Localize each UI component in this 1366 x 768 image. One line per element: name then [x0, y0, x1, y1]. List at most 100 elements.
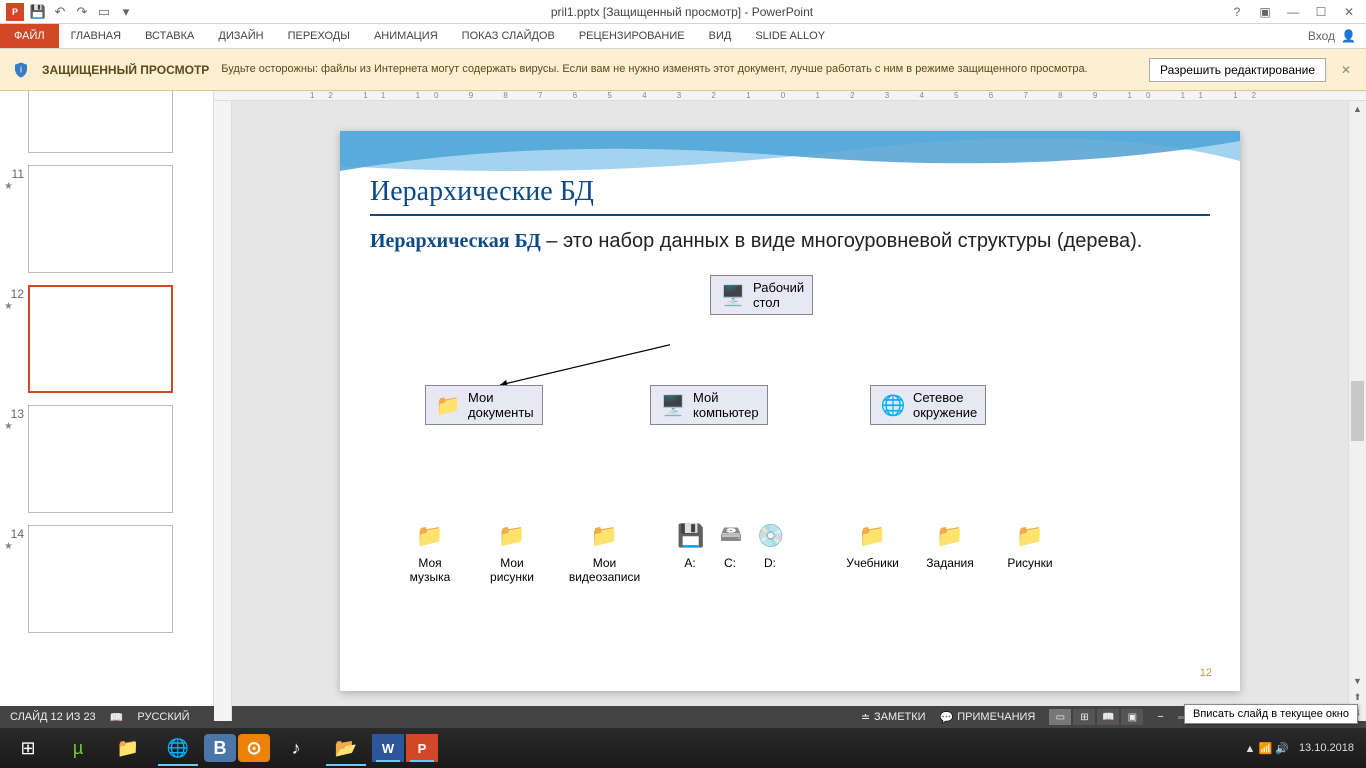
- hdd-icon: 🖴: [715, 520, 747, 552]
- ribbon-options-icon[interactable]: ▣: [1252, 2, 1278, 22]
- folder-icon: 📁: [1014, 520, 1046, 552]
- help-icon[interactable]: ?: [1224, 2, 1250, 22]
- scroll-up-icon[interactable]: ▲: [1349, 101, 1366, 117]
- thumbnail-11[interactable]: 11★: [0, 161, 213, 281]
- minimize-icon[interactable]: —: [1280, 2, 1306, 22]
- slide: Иерархические БД Иерархическая БД – это …: [340, 131, 1240, 691]
- node-computer: 🖥️ Мойкомпьютер: [650, 385, 768, 425]
- taskbar-powerpoint-icon[interactable]: P: [406, 734, 438, 762]
- globe-icon: 🌐: [879, 391, 907, 419]
- taskbar-vk-icon[interactable]: B: [204, 734, 236, 762]
- taskbar-ok-icon[interactable]: ⊙: [238, 734, 270, 762]
- quick-access-toolbar: P 💾 ↶ ↷ ▭ ▾: [0, 3, 140, 21]
- ribbon-tabs: ФАЙЛ ГЛАВНАЯ ВСТАВКА ДИЗАЙН ПЕРЕХОДЫ АНИ…: [0, 24, 1366, 49]
- hierarchy-tree: 🖥️ Рабочийстол 📁 Моидокументы 🖥️ Мойкомп…: [370, 275, 1210, 625]
- animation-star-icon: ★: [4, 421, 24, 432]
- language-indicator[interactable]: РУССКИЙ: [137, 711, 189, 723]
- desktop-icon: 🖥️: [719, 281, 747, 309]
- animation-star-icon: ★: [4, 301, 24, 312]
- slide-editor: 12 11 10 9 8 7 6 5 4 3 2 1 0 1 2 3 4 5 6…: [214, 91, 1366, 706]
- tab-transitions[interactable]: ПЕРЕХОДЫ: [276, 24, 362, 48]
- slideshow-icon[interactable]: ▭: [96, 4, 112, 20]
- folder-icon: 📁: [857, 520, 889, 552]
- taskbar-folder-icon[interactable]: 📂: [322, 730, 370, 766]
- taskbar-word-icon[interactable]: W: [372, 734, 404, 762]
- svg-text:i: i: [20, 64, 22, 74]
- taskbar-date[interactable]: 13.10.2018: [1299, 742, 1354, 754]
- tab-design[interactable]: ДИЗАЙН: [206, 24, 275, 48]
- leaf-drive-a: 💾 A:: [675, 520, 705, 570]
- taskbar-utorrent-icon[interactable]: µ: [54, 730, 102, 766]
- animation-star-icon: ★: [4, 541, 24, 552]
- folder-icon: 📁: [496, 520, 528, 552]
- tab-home[interactable]: ГЛАВНАЯ: [59, 24, 133, 48]
- slide-number: 12: [1200, 667, 1212, 679]
- tab-animations[interactable]: АНИМАЦИЯ: [362, 24, 450, 48]
- thumbnail-10[interactable]: 10: [0, 91, 213, 161]
- main-area: 10 11★ 12★ 13★ 14★ 12 11 10 9: [0, 91, 1366, 706]
- window-title: pril1.pptx [Защищенный просмотр] - Power…: [140, 5, 1224, 19]
- tab-view[interactable]: ВИД: [697, 24, 744, 48]
- title-underline: [370, 214, 1210, 216]
- leaf-books: 📁 Учебники: [840, 520, 905, 570]
- folder-icon: 📁: [934, 520, 966, 552]
- animation-star-icon: ★: [4, 181, 24, 192]
- slide-decoration-wave: [340, 131, 1240, 181]
- slide-definition: Иерархическая БД – это набор данных в ви…: [370, 228, 1210, 255]
- start-button[interactable]: ⊞: [4, 730, 52, 766]
- signin-link[interactable]: Вход: [1308, 29, 1335, 43]
- protected-view-message: Будьте осторожны: файлы из Интернета мог…: [221, 62, 1137, 76]
- titlebar: P 💾 ↶ ↷ ▭ ▾ pril1.pptx [Защищенный просм…: [0, 0, 1366, 24]
- floppy-icon: 💾: [675, 520, 707, 552]
- close-icon[interactable]: ✕: [1336, 2, 1362, 22]
- cd-icon: 💿: [755, 520, 787, 552]
- slide-counter[interactable]: СЛАЙД 12 ИЗ 23: [10, 711, 96, 723]
- thumbnail-13[interactable]: 13★: [0, 401, 213, 521]
- computer-icon: 🖥️: [659, 391, 687, 419]
- fit-tooltip: Вписать слайд в текущее окно: [1184, 704, 1358, 724]
- protected-view-title: ЗАЩИЩЕННЫЙ ПРОСМОТР: [42, 63, 209, 77]
- vertical-scrollbar[interactable]: ▲ ▼ ⬆ ⬇: [1348, 101, 1366, 721]
- save-icon[interactable]: 💾: [30, 4, 46, 20]
- horizontal-ruler: 12 11 10 9 8 7 6 5 4 3 2 1 0 1 2 3 4 5 6…: [214, 91, 1366, 101]
- user-icon[interactable]: 👤: [1341, 29, 1356, 43]
- slide-canvas[interactable]: Иерархические БД Иерархическая БД – это …: [232, 101, 1348, 721]
- protected-view-bar: i ЗАЩИЩЕННЫЙ ПРОСМОТР Будьте осторожны: …: [0, 49, 1366, 91]
- shield-icon: i: [12, 61, 30, 79]
- app-icon: P: [6, 3, 24, 21]
- tab-slide-alloy[interactable]: SLIDE ALLOY: [743, 24, 837, 48]
- undo-icon[interactable]: ↶: [52, 4, 68, 20]
- thumbnail-14[interactable]: 14★: [0, 521, 213, 641]
- window-controls: ? ▣ — ☐ ✕: [1224, 2, 1366, 22]
- enable-editing-button[interactable]: Разрешить редактирование: [1149, 58, 1326, 82]
- taskbar-music-icon[interactable]: ♪: [272, 730, 320, 766]
- redo-icon[interactable]: ↷: [74, 4, 90, 20]
- leaf-music: 📁 Моямузыка: [400, 520, 460, 584]
- scroll-down-icon[interactable]: ▼: [1349, 673, 1366, 689]
- taskbar-chrome-icon[interactable]: 🌐: [154, 730, 202, 766]
- tab-slideshow[interactable]: ПОКАЗ СЛАЙДОВ: [450, 24, 567, 48]
- taskbar-explorer-icon[interactable]: 📁: [104, 730, 152, 766]
- slide-thumbnails-pane[interactable]: 10 11★ 12★ 13★ 14★: [0, 91, 214, 706]
- folder-icon: 📁: [434, 391, 462, 419]
- tab-file[interactable]: ФАЙЛ: [0, 24, 59, 48]
- qat-dropdown-icon[interactable]: ▾: [118, 4, 134, 20]
- folder-icon: 📁: [414, 520, 446, 552]
- thumbnail-12[interactable]: 12★: [0, 281, 213, 401]
- folder-icon: 📁: [589, 520, 621, 552]
- node-documents: 📁 Моидокументы: [425, 385, 543, 425]
- tab-review[interactable]: РЕЦЕНЗИРОВАНИЕ: [567, 24, 697, 48]
- tray-icons[interactable]: ▲ 📶 🔊: [1245, 742, 1289, 755]
- spellcheck-icon[interactable]: 📖: [110, 711, 124, 724]
- prev-slide-icon[interactable]: ⬆: [1349, 689, 1366, 705]
- vertical-ruler: [214, 101, 232, 721]
- protected-close-icon[interactable]: ✕: [1338, 62, 1354, 78]
- leaf-drawings: 📁 Рисунки: [1000, 520, 1060, 570]
- leaf-videos: 📁 Моивидеозаписи: [562, 520, 647, 584]
- leaf-drive-d: 💿 D:: [755, 520, 785, 570]
- scrollbar-thumb[interactable]: [1351, 381, 1364, 441]
- tab-insert[interactable]: ВСТАВКА: [133, 24, 206, 48]
- maximize-icon[interactable]: ☐: [1308, 2, 1334, 22]
- windows-taskbar: ⊞ µ 📁 🌐 B ⊙ ♪ 📂 W P ▲ 📶 🔊 13.10.2018: [0, 728, 1366, 768]
- leaf-pictures: 📁 Моирисунки: [482, 520, 542, 584]
